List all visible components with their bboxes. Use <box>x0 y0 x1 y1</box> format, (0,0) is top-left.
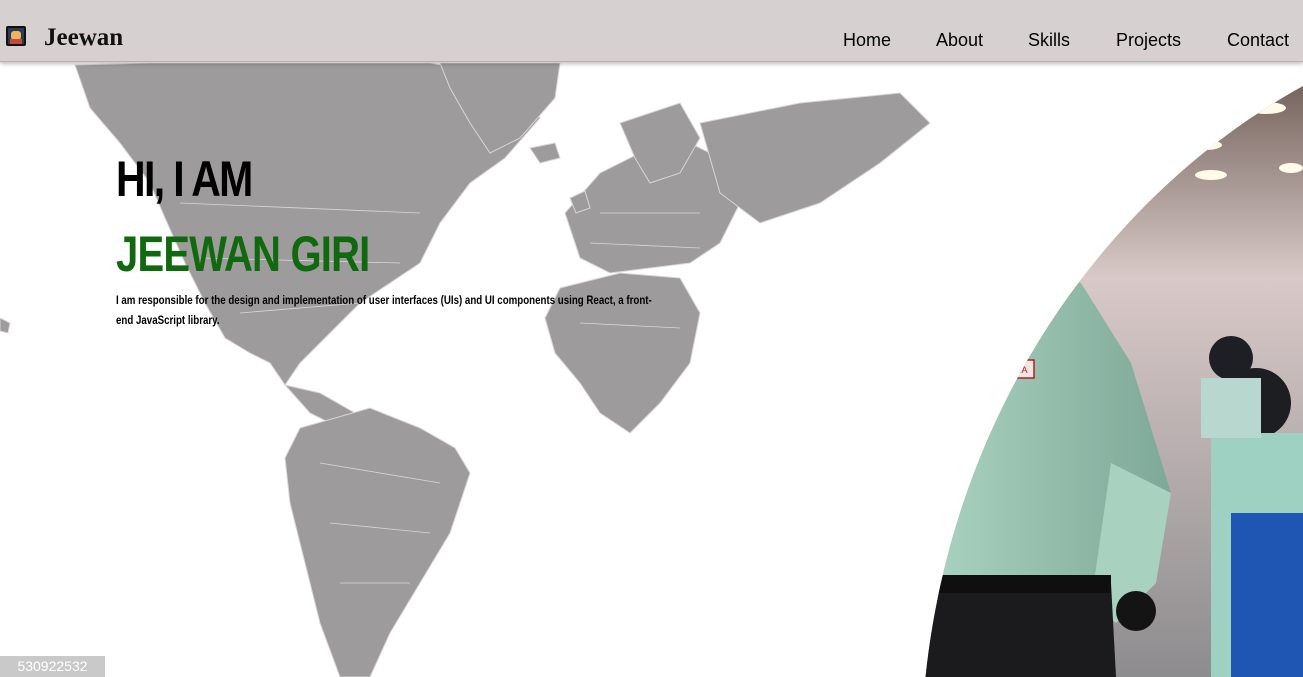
navbar: Jeewan Home About Skills Projects Contac… <box>0 0 1303 62</box>
brand-name[interactable]: Jeewan <box>44 24 123 52</box>
hero-name: JEEWAN GIRI <box>116 226 370 282</box>
nav-home[interactable]: Home <box>843 30 891 51</box>
logo-avatar-icon[interactable] <box>6 26 26 46</box>
hero-greeting: HI, I AM <box>116 151 253 207</box>
footer-id-tag: 530922532 <box>0 656 105 677</box>
nav-projects[interactable]: Projects <box>1116 30 1181 51</box>
nav-about[interactable]: About <box>936 30 983 51</box>
nav-contact[interactable]: Contact <box>1227 30 1289 51</box>
hero-description: I am responsible for the design and impl… <box>116 293 652 327</box>
nav-skills[interactable]: Skills <box>1028 30 1070 51</box>
